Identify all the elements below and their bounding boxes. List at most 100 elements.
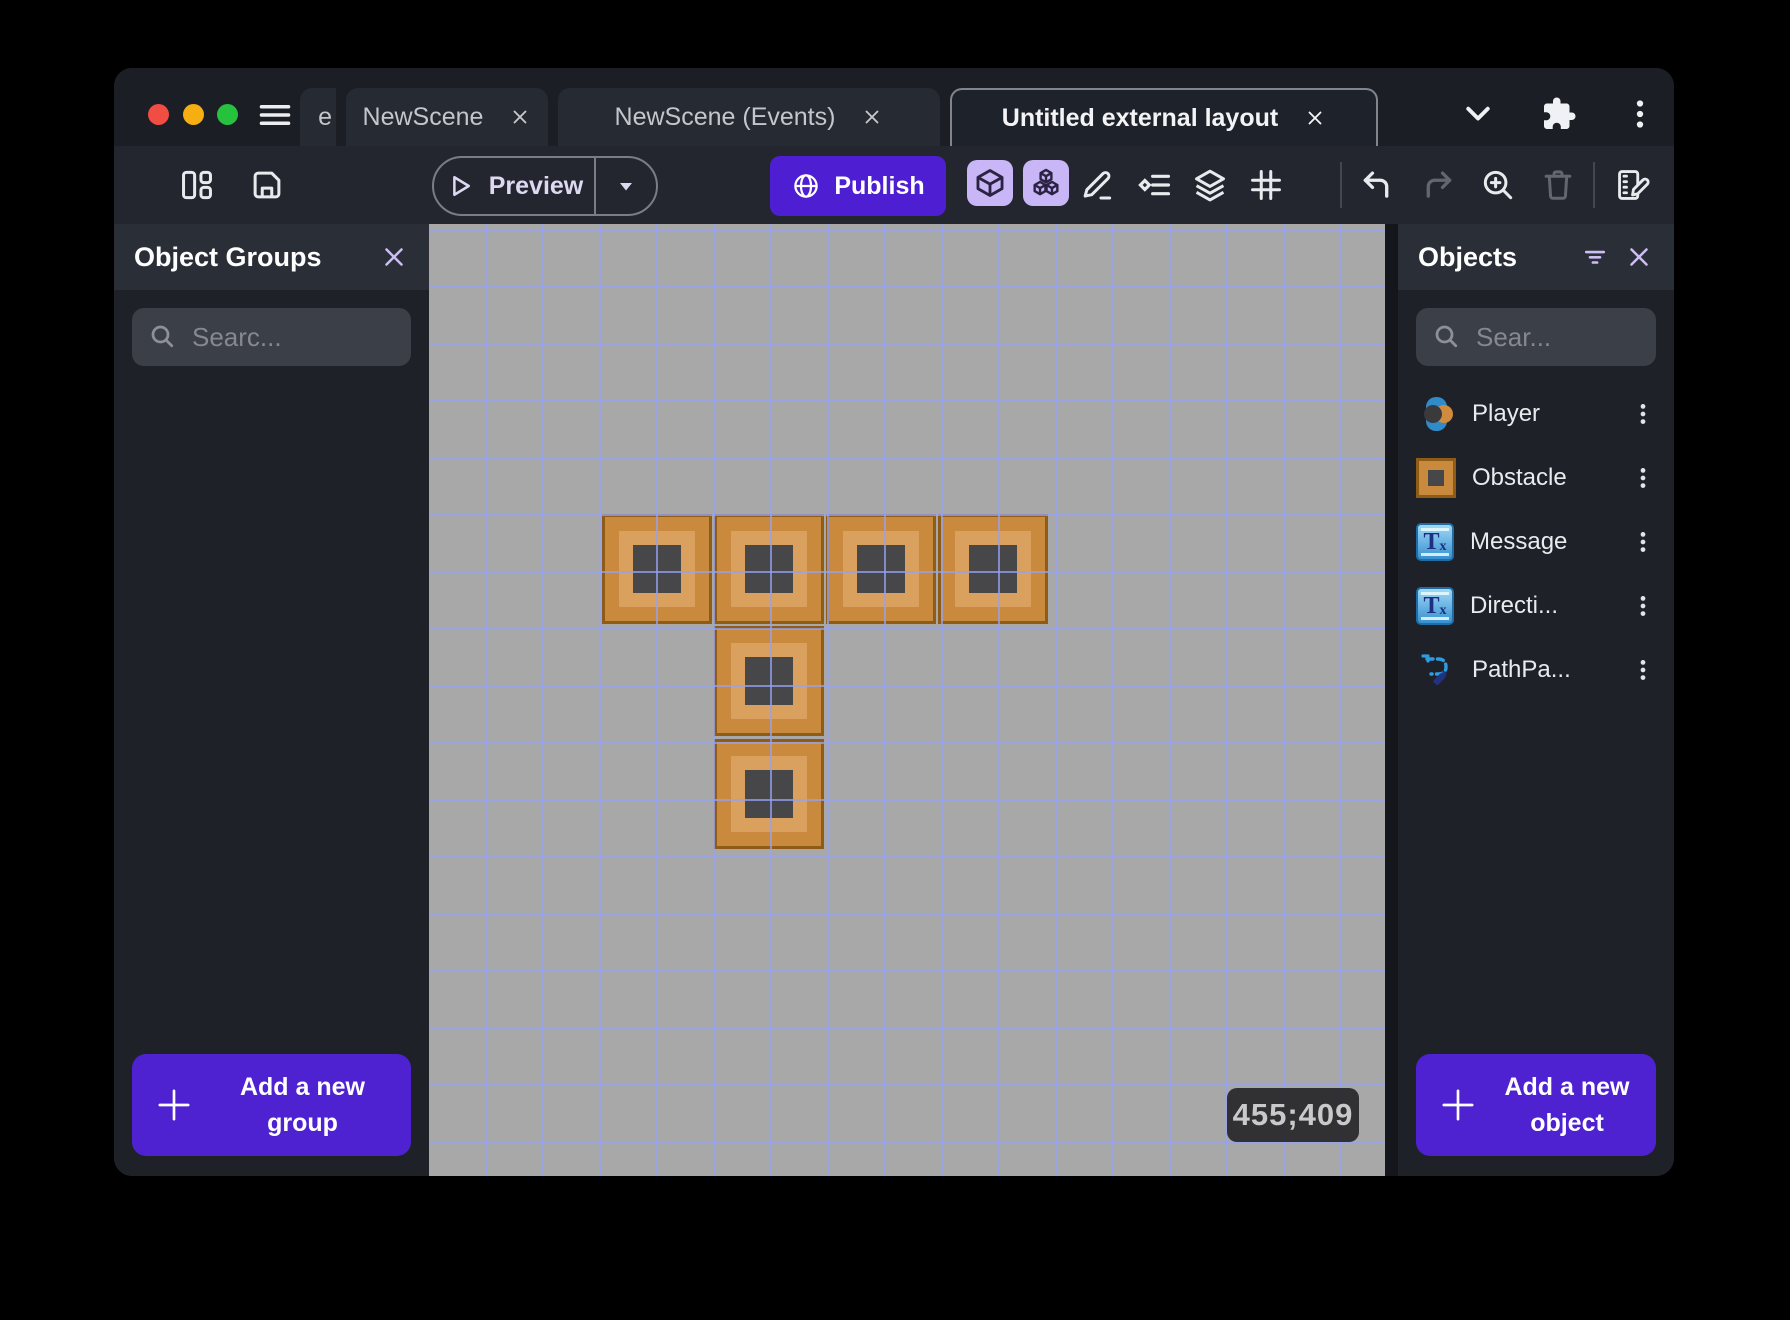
tab-untitled-external-layout[interactable]: Untitled external layout	[950, 88, 1378, 146]
screenshot-page: e NewScene NewScene (Events) Untitled ex…	[0, 0, 1790, 1320]
object-name: Directi...	[1470, 592, 1559, 619]
objects-title: Objects	[1418, 241, 1518, 272]
object-groups-header: Object Groups	[114, 224, 429, 290]
traffic-close-button[interactable]	[148, 104, 169, 125]
trash-icon[interactable]	[1536, 163, 1580, 207]
add-object-button[interactable]: Add a new object	[1416, 1054, 1656, 1156]
cubes-icon	[1033, 168, 1059, 196]
globe-icon	[794, 174, 819, 198]
tab-label: NewScene	[362, 102, 484, 131]
tab-fragment-label: e	[318, 102, 332, 131]
scene-canvas[interactable]: 455;409	[429, 224, 1385, 1176]
tab-newscene[interactable]: NewScene	[346, 88, 548, 146]
tab-close-icon[interactable]	[1304, 107, 1326, 129]
publish-label: Publish	[834, 171, 925, 200]
object-row-directions[interactable]: Tx Directi...	[1410, 574, 1662, 638]
toolbar-separator	[1340, 162, 1342, 208]
chevron-down-icon[interactable]	[1460, 96, 1496, 132]
obstacle-tile[interactable]	[714, 514, 824, 624]
object-row-pathpaint[interactable]: PathPa...	[1410, 638, 1662, 702]
preview-dropdown-button[interactable]	[594, 158, 656, 214]
search-icon	[1435, 325, 1458, 348]
object-groups-search-input[interactable]	[192, 321, 395, 353]
undo-icon[interactable]	[1356, 163, 1400, 207]
add-group-button[interactable]: Add a new group	[132, 1054, 411, 1156]
traffic-minimize-button[interactable]	[183, 104, 204, 125]
obstacle-icon	[1416, 458, 1456, 498]
redo-icon[interactable]	[1415, 163, 1459, 207]
obstacle-tile[interactable]	[602, 514, 712, 624]
preview-button[interactable]: Preview	[432, 156, 658, 216]
kebab-menu-icon[interactable]	[1630, 465, 1656, 491]
preview-button-main[interactable]: Preview	[434, 158, 594, 214]
close-panel-icon[interactable]	[379, 242, 409, 272]
plus-icon	[158, 1089, 190, 1121]
obstacle-tile[interactable]	[714, 626, 824, 736]
object-name: PathPa...	[1472, 656, 1571, 683]
object-row-message[interactable]: Tx Message	[1410, 510, 1662, 574]
layers-icon[interactable]	[1188, 163, 1232, 207]
save-icon[interactable]	[245, 163, 289, 207]
object-row-player[interactable]: Player	[1410, 382, 1662, 446]
objects-panel: Objects Player	[1398, 224, 1674, 1176]
publish-button[interactable]: Publish	[770, 156, 946, 216]
objects-search-input[interactable]	[1476, 321, 1640, 353]
toolbar-separator	[1593, 162, 1595, 208]
objects-search[interactable]	[1416, 308, 1656, 366]
kebab-menu-icon[interactable]	[1630, 593, 1656, 619]
tab-close-icon[interactable]	[861, 106, 883, 128]
close-panel-icon[interactable]	[1624, 242, 1654, 272]
grid-icon[interactable]	[1244, 163, 1288, 207]
tab-label: Untitled external layout	[1001, 103, 1279, 132]
tab-bar: e NewScene NewScene (Events) Untitled ex…	[114, 68, 1674, 146]
object-name: Player	[1472, 400, 1541, 427]
single-cube-toggle[interactable]	[967, 160, 1013, 206]
object-groups-panel: Object Groups Add a new group	[114, 224, 429, 1176]
instance-list-icon[interactable]	[1133, 163, 1177, 207]
objects-list: Player Obstacle Tx Message Tx Directi...…	[1398, 382, 1674, 702]
plus-icon	[1442, 1089, 1474, 1121]
main-area: 455;409 Object Groups Add	[114, 224, 1674, 1176]
player-icon	[1416, 394, 1456, 434]
objects-header: Objects	[1398, 224, 1674, 290]
edit-scene-icon[interactable]	[1611, 163, 1655, 207]
object-row-obstacle[interactable]: Obstacle	[1410, 446, 1662, 510]
panel-layout-icon[interactable]	[175, 163, 219, 207]
caret-down-icon	[620, 183, 632, 191]
toolbar: Preview Publish	[114, 146, 1674, 224]
obstacle-tile[interactable]	[714, 739, 824, 849]
kebab-menu-icon[interactable]	[1630, 401, 1656, 427]
object-name: Obstacle	[1472, 464, 1567, 491]
zoom-in-icon[interactable]	[1476, 163, 1520, 207]
add-object-label: Add a new object	[1504, 1072, 1630, 1137]
cube-icon	[976, 169, 1004, 197]
path-paint-icon	[1416, 650, 1456, 690]
cursor-coordinates: 455;409	[1232, 1097, 1354, 1132]
obstacle-tile[interactable]	[938, 514, 1048, 624]
play-icon	[452, 176, 470, 196]
object-groups-title: Object Groups	[134, 241, 322, 272]
object-name: Message	[1470, 528, 1568, 555]
search-icon	[151, 325, 174, 348]
kebab-menu-icon[interactable]	[1630, 657, 1656, 683]
tab-close-icon[interactable]	[509, 106, 531, 128]
object-groups-search[interactable]	[132, 308, 411, 366]
kebab-menu-icon[interactable]	[1622, 96, 1658, 132]
filter-icon[interactable]	[1580, 242, 1610, 272]
tile-layer	[429, 224, 1385, 1176]
preview-label: Preview	[488, 171, 584, 200]
add-group-label: Add a new group	[239, 1072, 365, 1137]
tab-newscene-events[interactable]: NewScene (Events)	[558, 88, 940, 146]
text-object-icon: Tx	[1416, 587, 1454, 625]
cursor-coordinates-badge: 455;409	[1227, 1088, 1359, 1142]
stacked-cubes-toggle[interactable]	[1023, 160, 1069, 206]
extensions-puzzle-icon[interactable]	[1541, 96, 1577, 132]
main-menu-hamburger-icon[interactable]	[257, 97, 293, 133]
text-object-icon: Tx	[1416, 523, 1454, 561]
kebab-menu-icon[interactable]	[1630, 529, 1656, 555]
tab-label: NewScene (Events)	[614, 102, 836, 131]
tab-overflow-fragment[interactable]: e	[300, 88, 336, 146]
traffic-zoom-button[interactable]	[217, 104, 238, 125]
pencil-edit-icon[interactable]	[1075, 163, 1119, 207]
obstacle-tile[interactable]	[826, 514, 936, 624]
